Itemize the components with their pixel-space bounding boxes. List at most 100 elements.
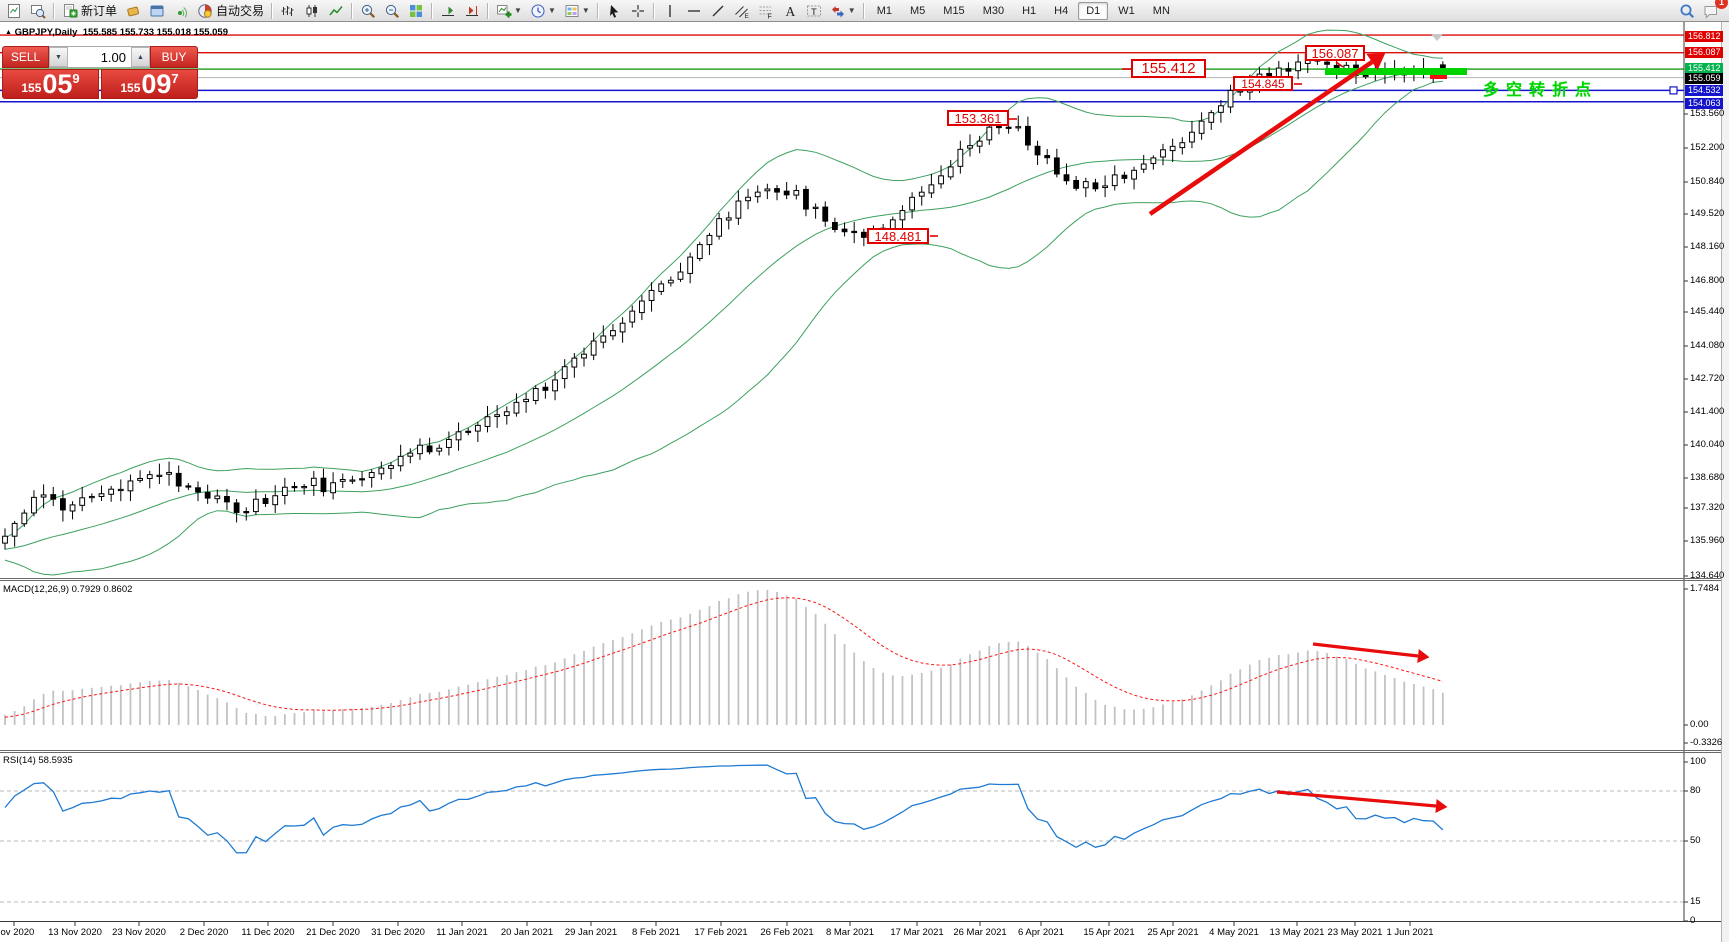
- date-axis-label: 11 Dec 2020: [241, 927, 294, 938]
- green-support-bar[interactable]: [1325, 68, 1467, 75]
- bar-chart-mode-button[interactable]: [276, 0, 300, 22]
- templates-button-dropdown-icon[interactable]: ▼: [582, 6, 590, 15]
- auto-scroll-button[interactable]: [436, 0, 460, 22]
- price-annotation[interactable]: 156.087: [1305, 45, 1365, 61]
- timeframe-m1-button[interactable]: M1: [869, 2, 900, 20]
- linechart-icon: [328, 3, 344, 19]
- rsi-axis-tick: 0: [1690, 916, 1695, 926]
- new-order-button[interactable]: 新订单: [58, 0, 121, 22]
- indicators-icon: [496, 3, 512, 19]
- toolbar-separator: [487, 3, 489, 19]
- crosshair-icon: [630, 3, 646, 19]
- templates-button[interactable]: ▼: [560, 0, 594, 22]
- price-annotation[interactable]: 148.481: [867, 228, 929, 244]
- horizontal-line-tool-button[interactable]: [682, 0, 706, 22]
- zoom-in-button[interactable]: [356, 0, 380, 22]
- trendline-tool-button[interactable]: [706, 0, 730, 22]
- volume-field[interactable]: 1.00: [68, 47, 131, 67]
- note-text-annotation[interactable]: 多空转折点: [1483, 76, 1598, 100]
- text-icon: A: [782, 3, 798, 19]
- periods-icon: [530, 3, 546, 19]
- candlestick-mode-button[interactable]: [300, 0, 324, 22]
- cursor-icon: [606, 3, 622, 19]
- timeframe-mn-button[interactable]: MN: [1145, 2, 1178, 20]
- ohlc-high: 155.733: [120, 27, 154, 38]
- mt4-window: 新订单 自动交易 ▼ ▼ ▼ EFA T ▼ M1M5M15M30H1H4D1W1MN 1 ▲ G…: [0, 0, 1729, 942]
- autotrading-button[interactable]: 自动交易: [193, 0, 268, 22]
- macd-axis-tick: -0.3326: [1690, 738, 1722, 748]
- timeframe-m30-button[interactable]: M30: [975, 2, 1012, 20]
- date-axis-label: 6 Apr 2021: [1018, 927, 1064, 938]
- timeframe-m15-button[interactable]: M15: [935, 2, 972, 20]
- periods-button-dropdown-icon[interactable]: ▼: [548, 6, 556, 15]
- hline-handle[interactable]: [1670, 87, 1677, 94]
- timeframe-m5-button[interactable]: M5: [902, 2, 933, 20]
- rsi-label: RSI(14) 58.5935: [3, 755, 73, 766]
- text-tool-button[interactable]: A: [778, 0, 802, 22]
- toolbar-separator: [351, 3, 353, 19]
- chart-canvas[interactable]: [0, 0, 1729, 942]
- buy-price-display[interactable]: 155097: [101, 69, 198, 99]
- timeframe-h1-button[interactable]: H1: [1014, 2, 1044, 20]
- tile-windows-button[interactable]: [404, 0, 428, 22]
- arrows-tool-button-dropdown-icon[interactable]: ▼: [848, 6, 856, 15]
- arrows-tool-button[interactable]: ▼: [826, 0, 860, 22]
- autotrading-button-label: 自动交易: [216, 2, 264, 19]
- buy-button[interactable]: BUY: [150, 46, 198, 68]
- symbol-name: GBPJPY,Daily: [15, 27, 78, 38]
- price-axis-tick: 146.800: [1690, 276, 1724, 286]
- label-icon: T: [806, 3, 822, 19]
- chart-search-icon: [30, 3, 46, 19]
- equidistant-channel-tool-button[interactable]: E: [730, 0, 754, 22]
- autoscroll-icon: [440, 3, 456, 19]
- indicators-button-dropdown-icon[interactable]: ▼: [514, 6, 522, 15]
- date-axis-label: 2 Dec 2020: [180, 927, 229, 938]
- market-watch-button[interactable]: [121, 0, 145, 22]
- chart-profiles-button[interactable]: [26, 0, 50, 22]
- red-dash-marker[interactable]: [1430, 75, 1447, 79]
- line-chart-mode-button[interactable]: [324, 0, 348, 22]
- symbol-ohlc-bar: ▲ GBPJPY,Daily 155.585 155.733 155.018 1…: [5, 27, 228, 38]
- timeframe-w1-button[interactable]: W1: [1110, 2, 1143, 20]
- fibonacci-tool-button[interactable]: F: [754, 0, 778, 22]
- price-chip: 156.812: [1685, 31, 1723, 42]
- price-annotation[interactable]: 153.361: [947, 110, 1009, 126]
- date-axis-label: 29 Jan 2021: [565, 927, 617, 938]
- navigator-button[interactable]: [145, 0, 169, 22]
- hline-icon: [686, 3, 702, 19]
- sell-price-display[interactable]: 155059: [2, 69, 99, 99]
- price-axis-tick: 145.440: [1690, 307, 1724, 317]
- vertical-line-tool-button[interactable]: [658, 0, 682, 22]
- tile-icon: [408, 3, 424, 19]
- ohlc-low: 155.018: [157, 27, 191, 38]
- price-axis-tick: 153.560: [1690, 109, 1724, 119]
- toolbar-separator: [431, 3, 433, 19]
- crosshair-tool-button[interactable]: [626, 0, 650, 22]
- toolbar-separator: [597, 3, 599, 19]
- new-chart-button[interactable]: [2, 0, 26, 22]
- timeframe-d1-button[interactable]: D1: [1078, 2, 1108, 20]
- chart-shift-button[interactable]: [460, 0, 484, 22]
- indicators-button[interactable]: ▼: [492, 0, 526, 22]
- price-annotation[interactable]: 154.845: [1233, 76, 1293, 91]
- chart-doc-icon: [6, 3, 22, 19]
- price-annotation[interactable]: 155.412: [1131, 59, 1206, 78]
- ohlc-open: 155.585: [83, 27, 117, 38]
- label-tool-button[interactable]: T: [802, 0, 826, 22]
- cursor-tool-button[interactable]: [602, 0, 626, 22]
- toolbar-search-button[interactable]: [1675, 0, 1699, 22]
- price-axis-tick: 140.040: [1690, 440, 1724, 450]
- notifications-button[interactable]: 1: [1699, 0, 1723, 22]
- new-order-icon: [62, 3, 78, 19]
- periods-button[interactable]: ▼: [526, 0, 560, 22]
- date-axis-label: 21 Dec 2020: [306, 927, 360, 938]
- rsi-axis-tick: 80: [1690, 786, 1701, 796]
- timeframe-h4-button[interactable]: H4: [1046, 2, 1076, 20]
- signals-button[interactable]: [169, 0, 193, 22]
- zoom-out-button[interactable]: [380, 0, 404, 22]
- volume-increase-button[interactable]: ▲: [131, 47, 150, 67]
- svg-text:T: T: [811, 6, 817, 17]
- one-click-collapse-icon[interactable]: ▲: [5, 29, 12, 36]
- sell-button[interactable]: SELL: [2, 46, 49, 68]
- volume-decrease-button[interactable]: ▼: [49, 47, 68, 67]
